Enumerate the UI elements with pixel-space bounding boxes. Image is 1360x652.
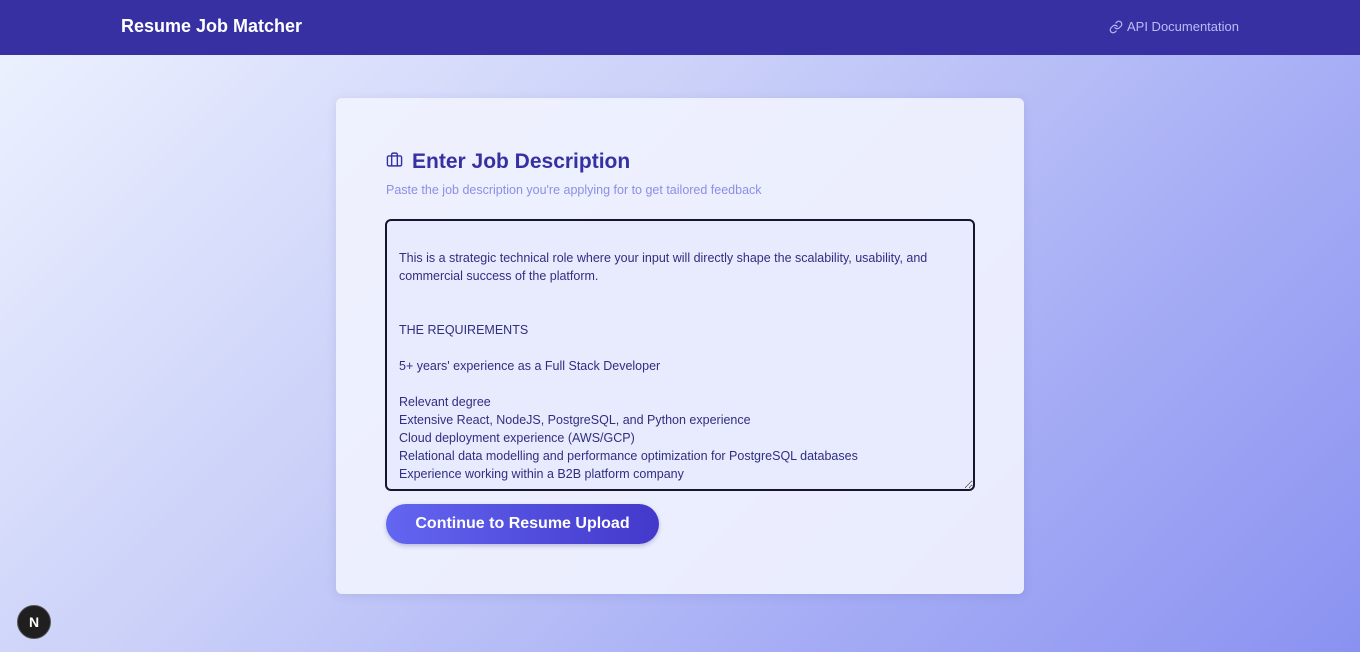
continue-to-resume-upload-button[interactable]: Continue to Resume Upload — [386, 504, 659, 544]
dev-tools-badge[interactable]: N — [17, 605, 51, 639]
top-navbar: Resume Job Matcher API Documentation — [0, 0, 1360, 55]
dev-badge-letter: N — [28, 614, 40, 630]
page-subtitle: Paste the job description you're applyin… — [386, 183, 762, 197]
api-documentation-label: API Documentation — [1126, 19, 1239, 34]
job-description-textarea[interactable] — [385, 219, 975, 491]
briefcase-icon — [386, 151, 403, 173]
card-heading: Enter Job Description — [386, 150, 630, 174]
api-documentation-link[interactable]: API Documentation — [1109, 19, 1239, 34]
app-title[interactable]: Resume Job Matcher — [121, 16, 302, 37]
job-description-card: Enter Job Description Paste the job desc… — [336, 98, 1024, 594]
page-title: Enter Job Description — [412, 150, 631, 173]
link-icon — [1109, 20, 1123, 34]
